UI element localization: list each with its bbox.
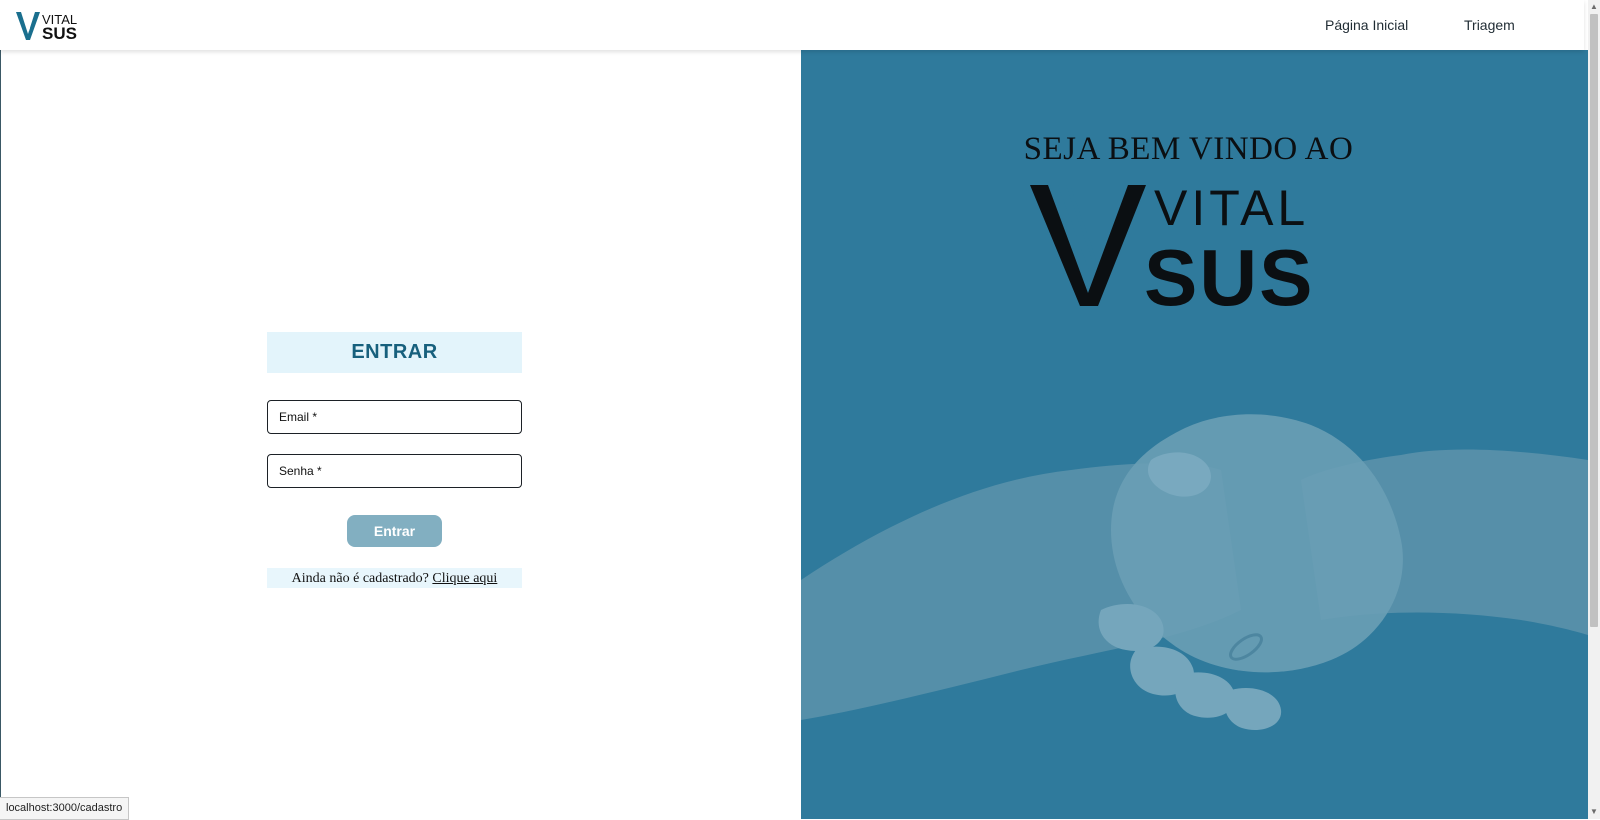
- password-field[interactable]: Senha *: [267, 454, 522, 488]
- browser-status-bar: localhost:3000/cadastro: [0, 797, 130, 820]
- nav-link-home[interactable]: Página Inicial: [1325, 17, 1408, 33]
- password-label: Senha *: [279, 464, 322, 478]
- login-submit-button[interactable]: Entrar: [347, 515, 442, 547]
- scroll-down-arrow-icon[interactable]: ▼: [1588, 805, 1600, 819]
- email-label: Email *: [279, 410, 318, 424]
- email-field[interactable]: Email *: [267, 400, 522, 434]
- login-title: ENTRAR: [351, 341, 438, 363]
- hero-logo-text-bottom: SUS: [1144, 233, 1315, 308]
- scroll-thumb[interactable]: [1590, 14, 1598, 627]
- login-title-box: ENTRAR: [267, 332, 522, 373]
- register-link[interactable]: Clique aqui: [432, 571, 497, 586]
- nav-link-triage[interactable]: Triagem: [1464, 17, 1515, 33]
- hero-logo-text-top: VITAL: [1154, 183, 1309, 236]
- vertical-scrollbar[interactable]: ▲ ▼: [1588, 0, 1600, 819]
- login-pane: ENTRAR Email * Senha * Entrar Ainda não …: [0, 50, 801, 819]
- hero-pane: SEJA BEM VINDO AO VITAL SUS: [801, 50, 1588, 819]
- nav-logo-text-bottom: SUS: [42, 24, 77, 42]
- register-prompt-line: Ainda não é cadastrado? Clique aqui: [267, 568, 522, 588]
- welcome-heading: SEJA BEM VINDO AO: [1023, 131, 1354, 167]
- vitalsus-logo[interactable]: VITAL SUS: [14, 10, 90, 42]
- register-prompt-text: Ainda não é cadastrado?: [291, 571, 429, 586]
- top-navbar: VITAL SUS Página Inicial Triagem: [0, 0, 1584, 50]
- scroll-up-arrow-icon[interactable]: ▲: [1588, 0, 1600, 14]
- vitalsus-hero-logo: VITAL SUS: [1030, 183, 1315, 308]
